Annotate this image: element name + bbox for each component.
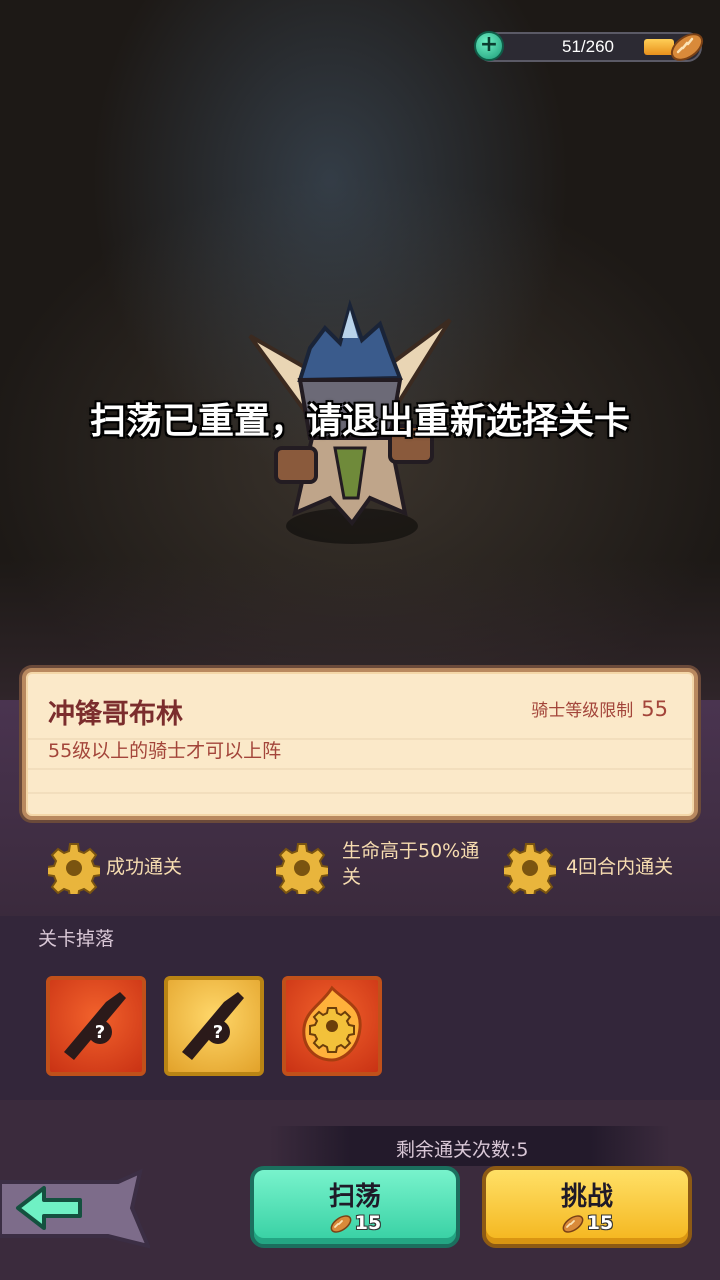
challenge-label: 挑战 bbox=[560, 1182, 613, 1212]
level-limit-value: 55 bbox=[641, 697, 668, 721]
svg-text:?: ? bbox=[95, 1022, 105, 1043]
energy-bar: + 51/260 bbox=[474, 31, 704, 62]
svg-text:?: ? bbox=[213, 1022, 223, 1043]
sweep-reset-message: 扫荡已重置，请退出重新选择关卡 bbox=[89, 401, 630, 442]
goal-label: 成功通关 bbox=[106, 856, 183, 878]
energy-count: 51/260 bbox=[562, 37, 614, 56]
drop-item[interactable] bbox=[282, 976, 382, 1076]
gear-icon bbox=[504, 843, 556, 894]
fire-gear-icon bbox=[302, 985, 362, 1062]
mystery-weapon-icon: ? bbox=[64, 992, 126, 1060]
goal-item: 成功通关 bbox=[48, 838, 248, 898]
challenge-cost-value: 15 bbox=[586, 1212, 614, 1234]
gear-icon bbox=[48, 843, 100, 894]
stage-description: 55级以上的骑士才可以上阵 bbox=[48, 740, 282, 762]
bread-icon bbox=[562, 1214, 584, 1233]
stage-name: 冲锋哥布林 bbox=[48, 699, 183, 730]
drops-title: 关卡掉落 bbox=[38, 928, 115, 950]
level-limit-label: 骑士等级限制 bbox=[531, 701, 634, 721]
drop-item[interactable]: ? bbox=[46, 976, 146, 1076]
stage-info-card: 冲锋哥布林 骑士等级限制 55 55级以上的骑士才可以上阵 bbox=[22, 668, 698, 820]
plus-icon[interactable]: + bbox=[474, 31, 504, 61]
sweep-cost-value: 15 bbox=[354, 1212, 382, 1234]
challenge-cost: 15 bbox=[486, 1212, 688, 1235]
goal-label: 生命高于50%通关 bbox=[342, 840, 480, 888]
knight-level-limit: 骑士等级限制 55 bbox=[531, 696, 668, 721]
sweep-label: 扫荡 bbox=[328, 1182, 381, 1212]
goal-item: 生命高于50%通关 bbox=[276, 838, 486, 898]
drop-item[interactable]: ? bbox=[164, 976, 264, 1076]
goal-label: 4回合内通关 bbox=[566, 856, 674, 878]
remaining-clears: 剩余通关次数:5 bbox=[396, 1139, 529, 1161]
mystery-weapon-icon: ? bbox=[182, 992, 244, 1060]
stage-goals: 成功通关 生命高于50%通关 4回合内通关 bbox=[0, 838, 720, 898]
goal-item: 4回合内通关 bbox=[504, 838, 704, 898]
sweep-cost: 15 bbox=[254, 1212, 456, 1235]
gear-icon bbox=[276, 843, 328, 894]
sweep-button[interactable]: 扫荡 15 bbox=[250, 1166, 460, 1248]
bread-icon bbox=[670, 33, 704, 61]
back-arrow-icon[interactable] bbox=[0, 1168, 150, 1258]
bread-icon bbox=[330, 1214, 352, 1233]
challenge-button[interactable]: 挑战 15 bbox=[482, 1166, 692, 1248]
